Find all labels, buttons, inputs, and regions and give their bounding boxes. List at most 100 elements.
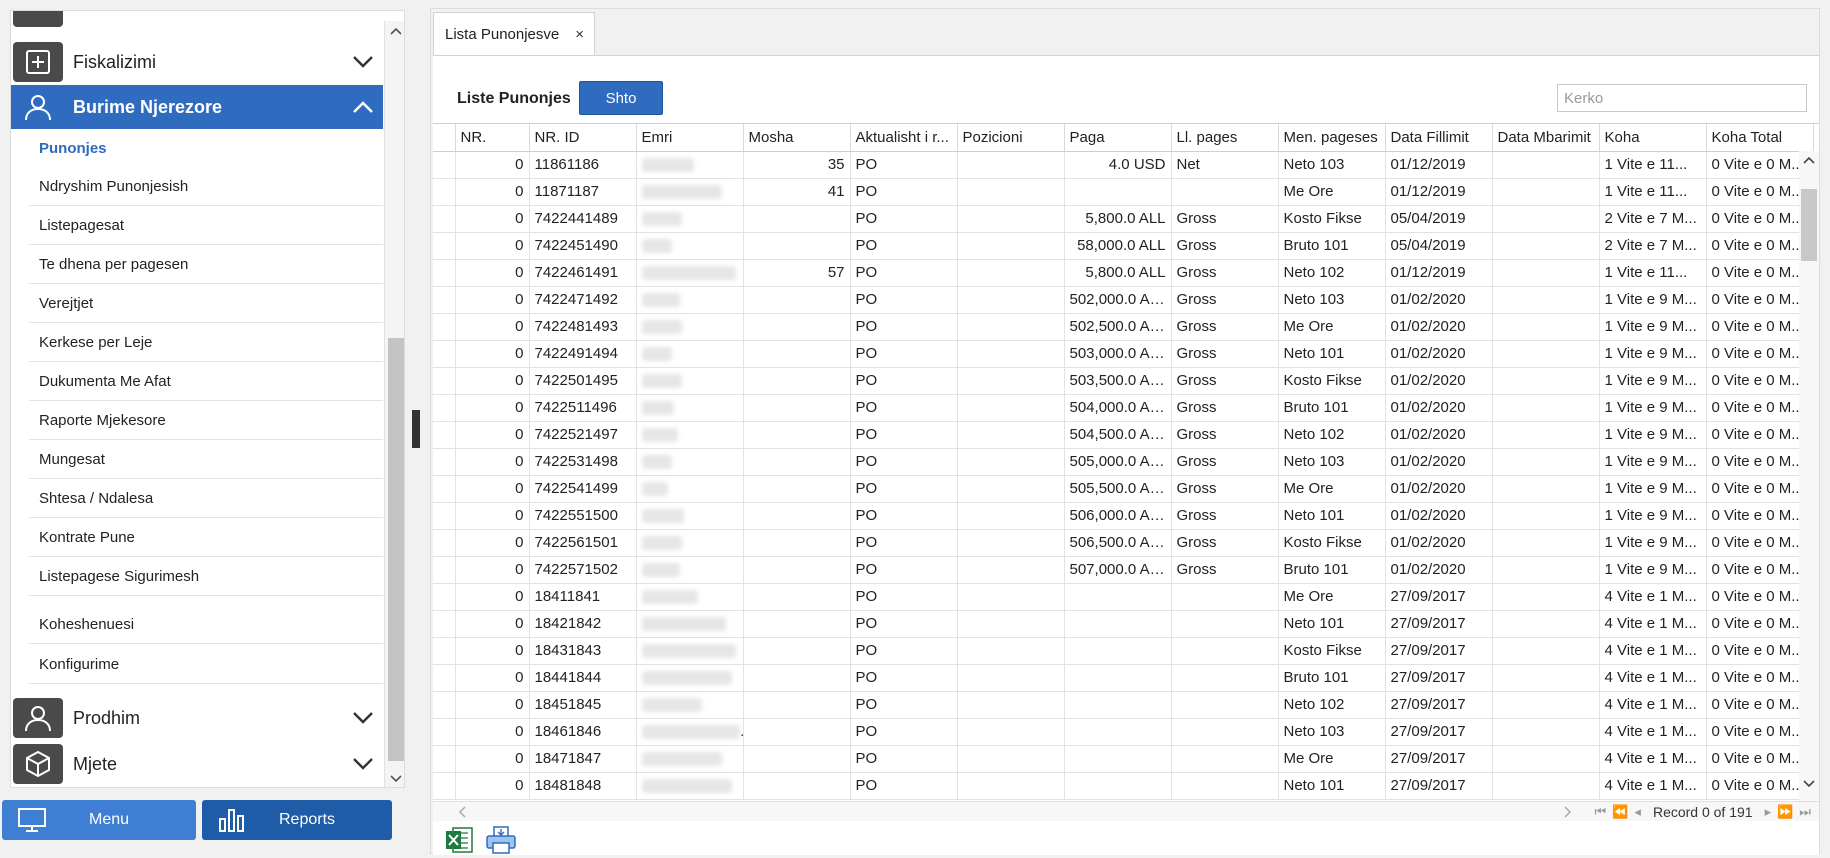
table-row[interactable]: 0 18451845 PO Neto 102 27/09/2017 4 Vite e 1 …	[433, 691, 1814, 719]
table-row[interactable]: 0 7422541499 PO 505,500.0 ALL Gross Me Ore 01/…	[433, 475, 1814, 503]
column-header[interactable]: Data Fillimit	[1385, 124, 1493, 152]
prev-page-fast-icon[interactable]: ⏪	[1612, 804, 1628, 820]
row-indicator[interactable]	[433, 232, 456, 260]
table-row[interactable]: 0 18431843 PO Kosto Fikse 27/09/2017 4 Vite e…	[433, 637, 1814, 665]
table-row[interactable]: 0 18471847 PO Me Ore 27/09/2017 4 Vite e 1 M.…	[433, 745, 1814, 773]
column-header[interactable]: Pozicioni	[957, 124, 1065, 152]
table-row[interactable]: 0 7422491494 PO 503,000.0 ALL Gross Neto 101 0…	[433, 340, 1814, 368]
tab-lista-punonjesve[interactable]: Lista Punonjesve ×	[433, 12, 595, 56]
table-row[interactable]: 0 7422521497 PO 504,500.0 ALL Gross Neto 102 0…	[433, 421, 1814, 449]
sidebar-group-fiscalization[interactable]: Fiskalizimi	[11, 40, 383, 84]
sidebar-item-mungesat[interactable]: Mungesat	[29, 441, 383, 479]
next-page-icon[interactable]: ▸	[1765, 804, 1772, 820]
sidebar-group-hidden[interactable]	[11, 11, 383, 29]
menu-button[interactable]: Menu	[2, 800, 196, 840]
row-indicator[interactable]	[433, 448, 456, 476]
row-indicator[interactable]	[433, 610, 456, 638]
table-row[interactable]: 0 7422511496 PO 504,000.0 ALL Gross Bruto 101…	[433, 394, 1814, 422]
sidebar-item-listepagese-sigurimesh[interactable]: Listepagese Sigurimesh	[29, 558, 383, 596]
row-indicator[interactable]	[433, 691, 456, 719]
row-indicator[interactable]	[433, 475, 456, 503]
close-icon[interactable]: ×	[575, 26, 584, 43]
sidebar-item-kontrate-pune[interactable]: Kontrate Pune	[29, 519, 383, 557]
row-indicator[interactable]	[433, 259, 456, 287]
scrollbar-thumb[interactable]	[388, 338, 404, 761]
row-indicator[interactable]	[433, 178, 456, 206]
prev-page-icon[interactable]: ◂	[1634, 804, 1641, 820]
row-indicator[interactable]	[433, 340, 456, 368]
sidebar-group-tools[interactable]: Mjete	[11, 742, 383, 786]
table-row[interactable]: 0 7422451490 PO 58,000.0 ALL Gross Bruto 101 0…	[433, 232, 1814, 260]
column-header[interactable]: NR.	[455, 124, 530, 152]
excel-export-icon[interactable]	[443, 824, 475, 856]
table-row[interactable]: 0 11871187 41 PO Me Ore 01/12/2019 1 Vite e 11…	[433, 178, 1814, 206]
chevron-down-icon[interactable]	[343, 42, 383, 82]
panel-splitter[interactable]	[412, 410, 420, 448]
sidebar-group-hr[interactable]: Burime Njerezore	[11, 85, 383, 129]
row-indicator[interactable]	[433, 772, 456, 800]
table-row[interactable]: 0 7422481493 PO 502,500.0 ALL Gross Me Ore 01/…	[433, 313, 1814, 341]
sidebar-item-konfigurime[interactable]: Konfigurime	[29, 646, 383, 684]
sidebar-item-kerkese-per-leje[interactable]: Kerkese per Leje	[29, 324, 383, 362]
row-indicator[interactable]	[433, 529, 456, 557]
sidebar-item-listepagesat[interactable]: Listepagesat	[29, 207, 383, 245]
row-indicator[interactable]	[433, 502, 456, 530]
column-header[interactable]: Ll. pages	[1171, 124, 1279, 152]
column-header[interactable]: Data Mbarimit	[1492, 124, 1600, 152]
column-header[interactable]: NR. ID	[529, 124, 637, 152]
table-row[interactable]: 0 18481848 PO Neto 101 27/09/2017 4 Vite e 1 …	[433, 772, 1814, 800]
grid-scrollbar[interactable]	[1799, 151, 1819, 801]
chevron-up-icon[interactable]	[390, 25, 402, 37]
row-indicator[interactable]	[433, 286, 456, 314]
row-indicator[interactable]	[433, 718, 456, 746]
table-row[interactable]: 0 18411841 PO Me Ore 27/09/2017 4 Vite e 1 M.…	[433, 583, 1814, 611]
printer-icon[interactable]	[485, 824, 517, 856]
column-header[interactable]: Paga	[1064, 124, 1172, 152]
last-page-icon[interactable]: ⏭	[1799, 804, 1811, 820]
table-row[interactable]: 0 7422441489 PO 5,800.0 ALL Gross Kosto Fikse…	[433, 205, 1814, 233]
row-indicator[interactable]	[433, 151, 456, 179]
row-indicator[interactable]	[433, 664, 456, 692]
row-indicator[interactable]	[433, 583, 456, 611]
sidebar-item-shtesa-ndalesa[interactable]: Shtesa / Ndalesa	[29, 480, 383, 518]
chevron-down-icon[interactable]	[343, 744, 383, 784]
next-page-fast-icon[interactable]: ⏩	[1777, 804, 1793, 820]
sidebar-item-ndryshim-punonjesish[interactable]: Ndryshim Punonjesish	[29, 168, 383, 206]
scrollbar-thumb[interactable]	[1801, 189, 1817, 261]
sidebar-item-dukumenta-me-afat[interactable]: Dukumenta Me Afat	[29, 363, 383, 401]
row-indicator[interactable]	[433, 367, 456, 395]
column-header[interactable]: Mosha	[743, 124, 851, 152]
row-indicator[interactable]	[433, 313, 456, 341]
row-indicator[interactable]	[433, 205, 456, 233]
chevron-down-icon[interactable]	[390, 771, 402, 783]
sidebar-item-raporte-mjekesore[interactable]: Raporte Mjekesore	[29, 402, 383, 440]
first-page-icon[interactable]: ⏮	[1595, 804, 1607, 820]
search-input[interactable]	[1557, 84, 1807, 112]
row-indicator[interactable]	[433, 394, 456, 422]
chevron-left-icon[interactable]	[457, 805, 467, 818]
row-indicator[interactable]	[433, 421, 456, 449]
sidebar-item-verejtjet[interactable]: Verejtjet	[29, 285, 383, 323]
column-header[interactable]: Emri	[636, 124, 744, 152]
add-button[interactable]: Shto	[579, 81, 663, 115]
table-row[interactable]: 0 18421842 PO Neto 101 27/09/2017 4 Vite e 1 …	[433, 610, 1814, 638]
chevron-down-icon[interactable]	[1803, 779, 1815, 789]
column-header[interactable]: Koha Total	[1706, 124, 1814, 152]
column-header[interactable]: Aktualisht i r...	[850, 124, 958, 152]
chevron-right-icon[interactable]	[1563, 806, 1573, 818]
reports-button[interactable]: Reports	[202, 800, 392, 840]
table-row[interactable]: 0 7422531498 PO 505,000.0 ALL Gross Neto 103 0…	[433, 448, 1814, 476]
chevron-up-icon[interactable]	[1803, 155, 1815, 165]
table-row[interactable]: 0 7422461491 57 PO 5,800.0 ALL Gross Neto 102 0…	[433, 259, 1814, 287]
chevron-up-icon[interactable]	[343, 87, 383, 127]
table-row[interactable]: 0 7422501495 PO 503,500.0 ALL Gross Kosto Fik…	[433, 367, 1814, 395]
sidebar-scrollbar[interactable]	[384, 21, 404, 787]
column-header[interactable]: Men. pageses	[1278, 124, 1386, 152]
table-row[interactable]: 0 7422571502 PO 507,000.0 ALL Gross Bruto 101…	[433, 556, 1814, 584]
table-row[interactable]: 0 18461846 PO Neto 103 27/09/2017 4 Vite e 1 …	[433, 718, 1814, 746]
chevron-down-icon[interactable]	[343, 698, 383, 738]
sidebar-item-koheshenuesi[interactable]: Koheshenuesi	[29, 606, 383, 644]
row-indicator[interactable]	[433, 556, 456, 584]
table-row[interactable]: 0 7422471492 PO 502,000.0 ALL Gross Neto 103 0…	[433, 286, 1814, 314]
row-indicator[interactable]	[433, 637, 456, 665]
